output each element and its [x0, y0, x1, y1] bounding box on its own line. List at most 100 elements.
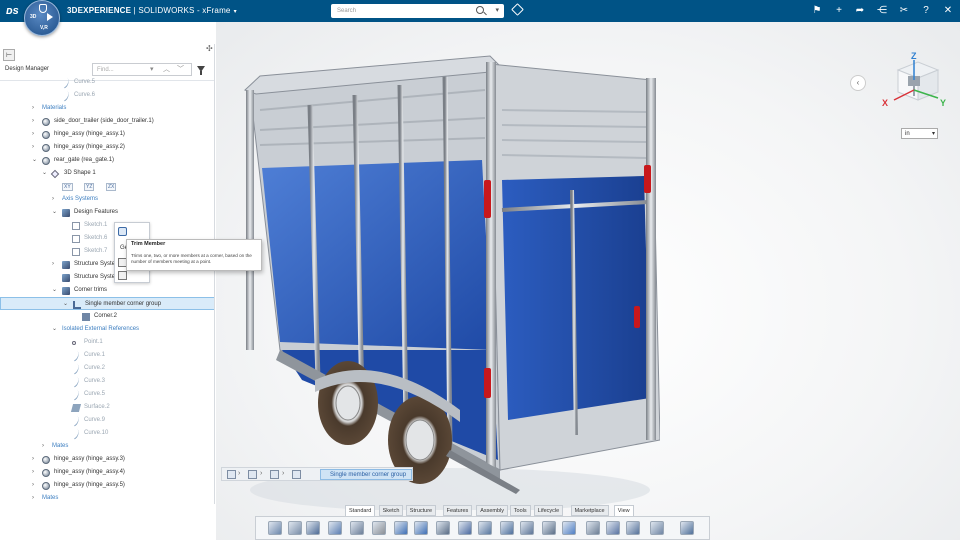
share-notification-icon[interactable]: ⚑ [810, 4, 824, 18]
tree-row[interactable]: › hinge_assy (hinge_assy.3) [0, 453, 214, 466]
collapse-icon[interactable]: ⌄ [52, 284, 57, 297]
tree-row[interactable]: Curve.5 [0, 76, 214, 89]
redo-icon[interactable] [414, 521, 428, 535]
reference-plane-icon[interactable]: YZ [84, 183, 95, 191]
pin-icon[interactable]: ✣ [206, 44, 213, 53]
collapse-icon[interactable]: ⌄ [52, 206, 57, 219]
tree-row[interactable]: Structure Syste [0, 271, 214, 284]
expand-icon[interactable]: › [32, 466, 34, 479]
tab-assembly[interactable]: Assembly [476, 505, 509, 516]
reference-plane-icon[interactable]: ZX [106, 183, 117, 191]
collapse-icon[interactable]: ⌄ [32, 154, 37, 167]
trailer-3d-model[interactable] [220, 50, 660, 510]
app-title[interactable]: 3DEXPERIENCE | SOLIDWORKS - xFrame ▾ [67, 6, 237, 15]
find-next-icon[interactable]: ﹀ [177, 64, 184, 76]
tab-structure[interactable]: Structure [405, 505, 437, 516]
tab-tools[interactable]: Tools [509, 505, 531, 516]
tab-sketch[interactable]: Sketch [378, 505, 404, 516]
apps-icon[interactable]: ✂ [897, 4, 911, 18]
sync-icon[interactable] [328, 521, 342, 535]
tree-row[interactable]: › hinge_assy (hinge_assy.2) [0, 141, 214, 154]
collapse-icon[interactable]: ⌄ [42, 167, 47, 180]
tree-row[interactable]: Corner.2 [0, 310, 214, 323]
tree-row[interactable]: › hinge_assy (hinge_assy.1) [0, 128, 214, 141]
navigation-cube[interactable]: Z X Y [880, 48, 952, 110]
chevron-left-icon[interactable]: ‹ [850, 75, 866, 91]
undo-icon[interactable] [394, 521, 408, 535]
units-select[interactable]: in ▾ [901, 128, 938, 139]
zoom-area-icon[interactable] [520, 521, 534, 535]
section-icon[interactable] [626, 521, 640, 535]
zoom-icon[interactable] [478, 521, 492, 535]
assembly-icon[interactable] [288, 521, 302, 535]
find-input[interactable]: Find... ▾ ︿ ﹀ [92, 63, 192, 76]
tree-row[interactable]: ⌄ Corner trims [0, 284, 214, 297]
tree-row[interactable]: ⌄ 3D Shape 1 [0, 167, 214, 180]
tree-row[interactable]: Curve.9 [0, 414, 214, 427]
add-icon[interactable]: + [832, 4, 846, 18]
help-icon[interactable] [436, 521, 450, 535]
shape-icon[interactable] [292, 470, 301, 479]
search-input[interactable]: Search ▾ [331, 4, 504, 18]
tag-icon[interactable] [511, 3, 524, 16]
find-options-icon[interactable]: ▾ [150, 64, 154, 76]
tree-row[interactable]: Curve.6 [0, 89, 214, 102]
expand-icon[interactable]: › [42, 440, 44, 453]
tree-row[interactable]: › hinge_assy (hinge_assy.4) [0, 466, 214, 479]
chevron-down-icon[interactable]: ▾ [234, 8, 237, 15]
share-arrow-icon[interactable]: ➦ [853, 4, 867, 18]
part-icon[interactable] [248, 470, 257, 479]
filter-icon[interactable] [197, 66, 205, 75]
tree-tab-icon[interactable]: ⊢ [3, 49, 15, 61]
tree-row[interactable]: › side_door_trailer (side_door_trailer.1) [0, 115, 214, 128]
more-options-icon[interactable] [118, 271, 127, 280]
tab-marketplace[interactable]: Marketplace [570, 505, 609, 516]
expand-icon[interactable]: › [32, 492, 34, 504]
trim-member-icon[interactable] [118, 227, 127, 236]
tree-row[interactable]: Curve.2 [0, 362, 214, 375]
cube-view-icon[interactable] [562, 521, 576, 535]
tab-features[interactable]: Features [442, 505, 473, 516]
expand-icon[interactable]: › [32, 115, 34, 128]
tree-row[interactable]: ⌄ Single member corner group [0, 297, 214, 310]
tree-row[interactable]: Curve.1 [0, 349, 214, 362]
network-icon[interactable]: ⋲ [875, 4, 889, 18]
tree-row[interactable]: Curve.5 [0, 388, 214, 401]
tab-lifecycle[interactable]: Lifecycle [533, 505, 564, 516]
expand-icon[interactable]: › [52, 193, 54, 206]
expand-icon[interactable]: › [52, 258, 54, 271]
expand-icon[interactable]: › [32, 479, 34, 492]
tree-row[interactable]: ⌄ Design Features [0, 206, 214, 219]
properties-icon[interactable] [350, 521, 364, 535]
expand-icon[interactable]: › [32, 128, 34, 141]
tree-row[interactable]: › Materials [0, 102, 214, 115]
search-dropdown-icon[interactable]: ▾ [495, 4, 499, 18]
assembly-icon[interactable] [227, 470, 236, 479]
part-icon[interactable] [268, 521, 282, 535]
reference-plane-icon[interactable]: XY [62, 183, 73, 191]
save-icon[interactable] [306, 521, 320, 535]
part-icon[interactable] [270, 470, 279, 479]
tree-row[interactable]: Curve.10 [0, 427, 214, 440]
tree-row[interactable]: ⌄ Isolated External References [0, 323, 214, 336]
dassault-logo-icon[interactable]: ᴅs [6, 4, 20, 18]
tree-row[interactable]: › Mates [0, 440, 214, 453]
tab-standard[interactable]: Standard [345, 505, 376, 516]
display-style-icon[interactable] [650, 521, 664, 535]
tree-row[interactable]: Surface.2 [0, 401, 214, 414]
tree-row[interactable]: ⌄ rear_gate (rea_gate.1) [0, 154, 214, 167]
collapse-icon[interactable]: ⌄ [52, 323, 57, 336]
breadcrumb-selected[interactable]: Single member corner group [320, 469, 412, 480]
tree-row[interactable]: › Axis Systems [0, 193, 214, 206]
render-icon[interactable] [680, 521, 694, 535]
tree-row[interactable]: › Mates [0, 492, 214, 504]
expand-icon[interactable]: › [32, 141, 34, 154]
help-icon[interactable]: ? [919, 4, 933, 18]
tree-row[interactable]: Sketch.1 [0, 219, 214, 232]
play-icon[interactable] [47, 13, 53, 21]
search-icon[interactable] [476, 6, 484, 14]
settings-icon[interactable] [372, 521, 386, 535]
rotate-icon[interactable] [542, 521, 556, 535]
chevron-down-icon[interactable]: ▾ [932, 129, 935, 139]
expand-icon[interactable]: › [32, 102, 34, 115]
